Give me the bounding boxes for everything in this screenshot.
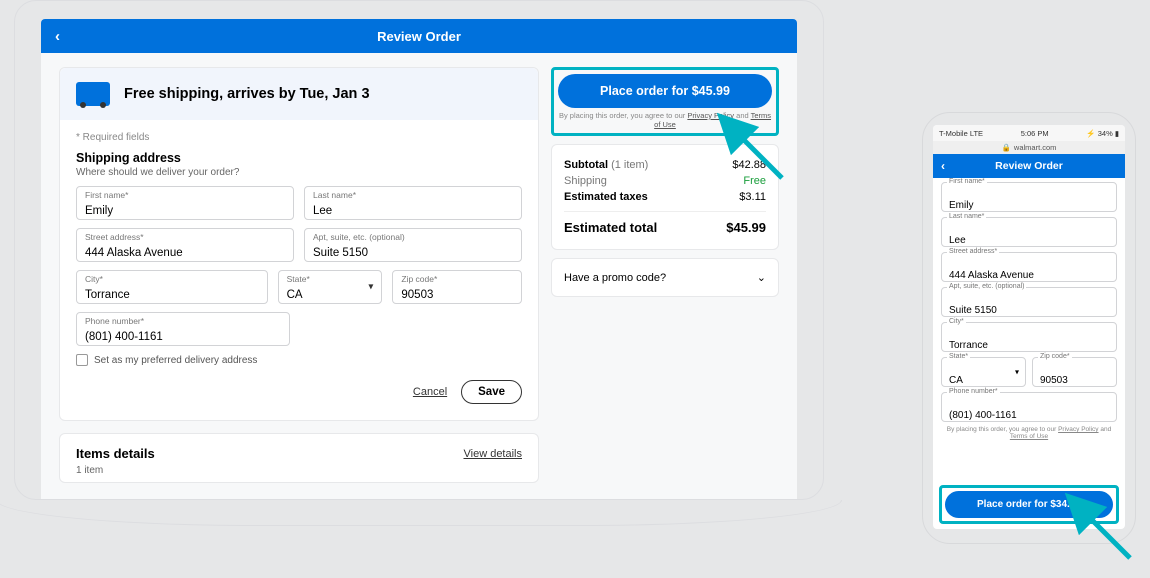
apt-field[interactable]: Apt, suite, etc. (optional) <box>304 228 522 262</box>
agree-text: By placing this order, you agree to our … <box>558 111 772 129</box>
items-card: Items details View details 1 item <box>59 433 539 483</box>
callout-arrow <box>1080 508 1140 573</box>
page-title: Review Order <box>377 29 461 44</box>
phone-field[interactable]: Phone number* <box>76 312 290 346</box>
section-title: Shipping address <box>76 151 522 165</box>
page-title: Review Order <box>995 160 1063 172</box>
street-field[interactable]: Street address* <box>76 228 294 262</box>
chevron-down-icon: ▾ <box>368 282 373 293</box>
preferred-address-checkbox[interactable]: Set as my preferred delivery address <box>76 354 522 366</box>
city-field[interactable]: City* <box>76 270 268 304</box>
chevron-down-icon: ⌄ <box>757 271 766 284</box>
agree-text: By placing this order, you agree to our … <box>941 426 1117 440</box>
callout-arrow <box>732 128 792 193</box>
required-note: * Required fields <box>76 132 522 143</box>
back-icon[interactable]: ‹ <box>941 159 945 173</box>
phone-field[interactable]: Phone number* <box>941 392 1117 422</box>
state-field[interactable]: State* ▾ <box>941 357 1026 387</box>
promo-row[interactable]: Have a promo code? ⌄ <box>551 258 779 297</box>
phone-device: T-Mobile LTE 5:06 PM ⚡ 34% ▮ 🔒 walmart.c… <box>922 112 1136 544</box>
truck-icon <box>76 82 110 106</box>
last-name-field[interactable]: Last name* <box>304 186 522 220</box>
shipping-banner-text: Free shipping, arrives by Tue, Jan 3 <box>124 86 370 102</box>
apt-field[interactable]: Apt, suite, etc. (optional) <box>941 287 1117 317</box>
lock-icon: 🔒 <box>1002 143 1011 152</box>
header-bar: ‹ Review Order <box>41 19 797 53</box>
state-field[interactable]: State* ▾ <box>278 270 383 304</box>
place-order-highlight: Place order for $45.99 By placing this o… <box>551 67 779 136</box>
city-input[interactable] <box>85 289 259 301</box>
city-field[interactable]: City* <box>941 322 1117 352</box>
carrier-label: T-Mobile LTE <box>939 129 983 138</box>
street-field[interactable]: Street address* <box>941 252 1117 282</box>
zip-field[interactable]: Zip code* <box>1032 357 1117 387</box>
apt-input[interactable] <box>313 247 513 259</box>
view-details-link[interactable]: View details <box>464 448 523 460</box>
phone-header: ‹ Review Order <box>933 154 1125 178</box>
first-name-field[interactable]: First name* <box>941 182 1117 212</box>
last-name-field[interactable]: Last name* <box>941 217 1117 247</box>
checkbox-icon[interactable] <box>76 354 88 366</box>
status-bar: T-Mobile LTE 5:06 PM ⚡ 34% ▮ <box>933 125 1125 141</box>
shipping-card: Free shipping, arrives by Tue, Jan 3 * R… <box>59 67 539 421</box>
chevron-down-icon: ▾ <box>1015 368 1019 377</box>
cancel-button[interactable]: Cancel <box>413 386 447 398</box>
phone-input[interactable] <box>85 331 281 343</box>
first-name-input[interactable] <box>85 205 285 217</box>
laptop-base <box>0 500 842 526</box>
section-subtitle: Where should we deliver your order? <box>76 167 522 178</box>
place-order-button[interactable]: Place order for $45.99 <box>558 74 772 108</box>
state-input[interactable] <box>287 289 374 301</box>
laptop-device: ‹ Review Order Free shipping, arrives by… <box>14 0 824 526</box>
items-heading: Items details <box>76 446 155 461</box>
zip-input[interactable] <box>401 289 513 301</box>
items-count: 1 item <box>76 465 522 476</box>
total-value: $45.99 <box>726 220 766 235</box>
save-button[interactable]: Save <box>461 380 522 404</box>
zip-field[interactable]: Zip code* <box>392 270 522 304</box>
battery-label: ⚡ 34% ▮ <box>1086 129 1119 138</box>
back-icon[interactable]: ‹ <box>55 28 60 45</box>
last-name-input[interactable] <box>313 205 513 217</box>
street-input[interactable] <box>85 247 285 259</box>
clock-label: 5:06 PM <box>1021 129 1049 138</box>
first-name-field[interactable]: First name* <box>76 186 294 220</box>
url-bar: 🔒 walmart.com <box>933 141 1125 154</box>
